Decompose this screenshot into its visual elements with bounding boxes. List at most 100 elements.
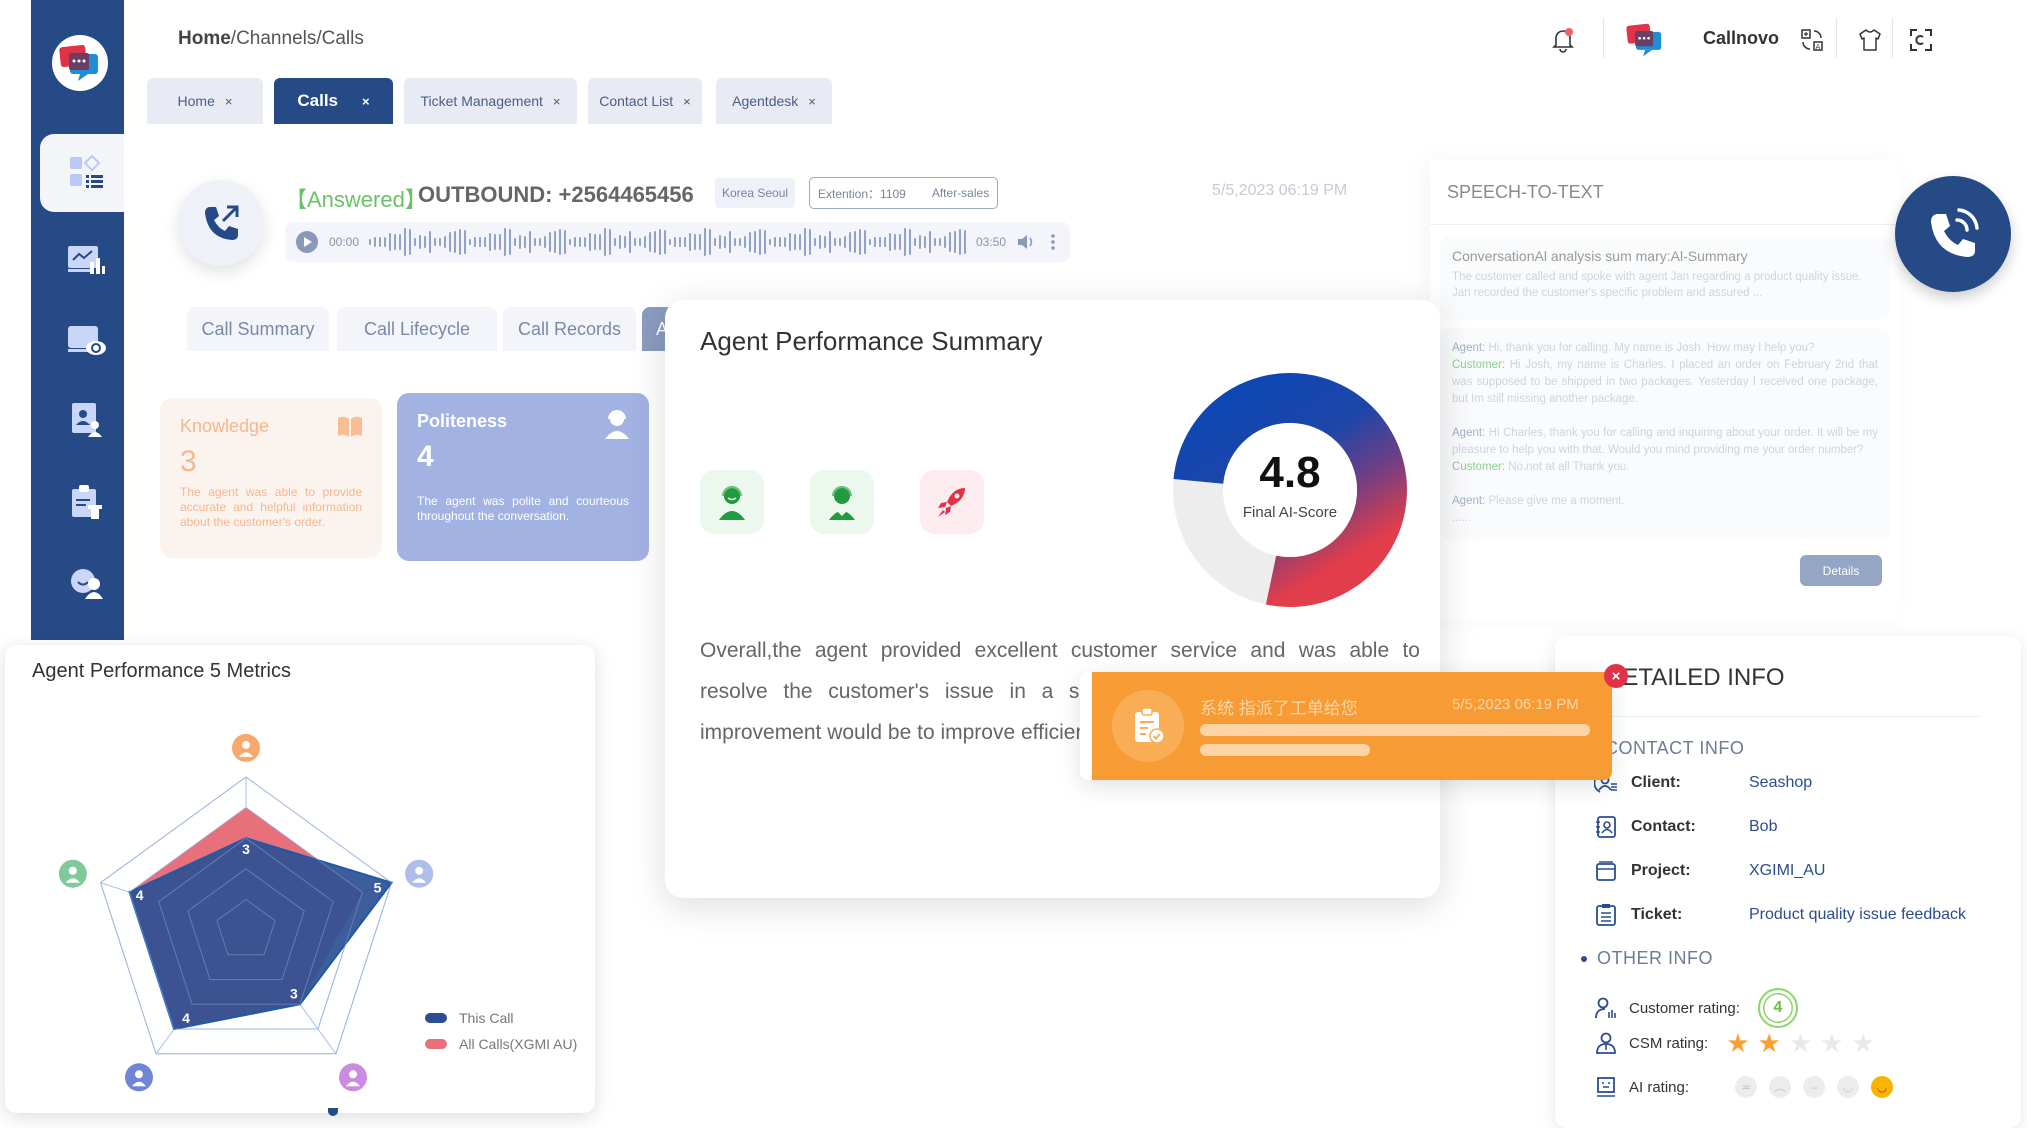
- waveform-bar: [494, 234, 496, 250]
- star-icon[interactable]: ★: [1851, 1028, 1874, 1058]
- legend-item-this-call[interactable]: This Call: [425, 1010, 577, 1026]
- waveform-bar: [689, 233, 691, 251]
- app-logo[interactable]: [52, 35, 108, 91]
- breadcrumb-channels[interactable]: Channels: [236, 28, 316, 49]
- ai-summary-body: The customer called and spoke with agent…: [1452, 271, 1862, 299]
- waveform-bar: [419, 235, 421, 249]
- star-icon[interactable]: ★: [1758, 1028, 1781, 1058]
- radar-data-label: 3: [290, 985, 298, 1001]
- waveform-bar: [534, 238, 536, 246]
- breadcrumb-home[interactable]: Home: [178, 28, 231, 49]
- volume-icon[interactable]: [1016, 233, 1036, 251]
- star-icon[interactable]: ★: [1789, 1028, 1812, 1058]
- waveform-bar: [884, 237, 886, 247]
- toast-close-button[interactable]: ×: [1604, 664, 1628, 688]
- contact-book-icon: [1596, 816, 1616, 838]
- waveform-bar: [779, 237, 781, 247]
- tab-ticket-management[interactable]: Ticket Management ×: [404, 78, 577, 124]
- waveform-bar: [834, 238, 836, 246]
- tab-calls[interactable]: Calls ×: [274, 78, 393, 124]
- sidebar-item-contacts[interactable]: [58, 392, 114, 448]
- waveform-bar: [479, 237, 481, 247]
- waveform-bar: [684, 237, 686, 247]
- tab-call-records[interactable]: Call Records: [503, 307, 636, 351]
- waveform-bar: [609, 229, 611, 255]
- close-icon[interactable]: ×: [362, 94, 370, 109]
- other-info-heading: OTHER INFO: [1597, 948, 1713, 968]
- waveform-bar: [804, 228, 806, 256]
- waveform-bar: [639, 238, 641, 246]
- waveform-bar: [919, 235, 921, 249]
- waveform-bar: [959, 229, 961, 255]
- ticket-value[interactable]: Product quality issue feedback: [1749, 906, 1966, 924]
- more-options-icon[interactable]: [1046, 233, 1060, 251]
- waveform-bar: [694, 234, 696, 250]
- waveform-bar: [829, 231, 831, 253]
- tab-call-lifecycle[interactable]: Call Lifecycle: [337, 307, 497, 351]
- project-value[interactable]: XGIMI_AU: [1749, 862, 1825, 880]
- waveform-bar: [599, 234, 601, 250]
- close-icon[interactable]: ×: [683, 94, 691, 109]
- play-icon[interactable]: [295, 230, 319, 254]
- speech-to-text-panel: SPEECH-TO-TEXT ConversationAl analysis s…: [1430, 160, 1900, 620]
- waveform-bar: [504, 228, 506, 256]
- waveform-bar: [824, 236, 826, 248]
- tab-call-summary[interactable]: Call Summary: [187, 307, 329, 351]
- close-icon[interactable]: ×: [553, 94, 561, 109]
- sidebar-item-analytics[interactable]: [58, 232, 114, 288]
- tab-home[interactable]: Home ×: [147, 78, 263, 124]
- waveform-bar: [569, 239, 571, 245]
- call-status: 【Answered】: [285, 187, 427, 212]
- pagination-dot[interactable]: [328, 1108, 338, 1116]
- tab-agentdesk[interactable]: Agentdesk ×: [716, 78, 832, 124]
- star-icon[interactable]: ★: [1726, 1028, 1749, 1058]
- header-divider: [1603, 18, 1604, 58]
- panel-title: SPEECH-TO-TEXT: [1447, 182, 1604, 202]
- sidebar-item-tickets[interactable]: [58, 474, 114, 530]
- metric-desc: The agent was able to provide accurate a…: [180, 485, 362, 529]
- close-icon[interactable]: ×: [808, 94, 816, 109]
- close-icon[interactable]: ×: [225, 94, 233, 109]
- client-value[interactable]: Seashop: [1749, 774, 1812, 792]
- politeness-card: Politeness 4 The agent was polite and co…: [397, 393, 649, 561]
- waveform-bar: [444, 236, 446, 248]
- contact-value[interactable]: Bob: [1749, 818, 1777, 836]
- sidebar-item-dashboard[interactable]: [58, 145, 114, 201]
- translate-button[interactable]: A: [1798, 26, 1826, 54]
- waveform[interactable]: [369, 228, 966, 256]
- phone-call-button[interactable]: [1895, 176, 2011, 292]
- waveform-bar: [629, 231, 631, 253]
- csm-rating-row: CSM rating: ★ ★ ★ ★ ★: [1593, 1030, 1883, 1056]
- theme-button[interactable]: [1856, 26, 1884, 54]
- screenshot-button[interactable]: [1907, 26, 1935, 54]
- notification-button[interactable]: [1549, 26, 1577, 54]
- waveform-bar: [554, 231, 556, 253]
- waveform-bar: [389, 233, 391, 251]
- agent-smile-badge: [700, 470, 764, 534]
- translate-icon: A: [1801, 29, 1823, 51]
- legend-item-all-calls[interactable]: All Calls(XGMI AU): [425, 1036, 577, 1052]
- waveform-bar: [854, 231, 856, 253]
- waveform-bar: [439, 238, 441, 246]
- transcript-ellipsis: ......: [1452, 512, 1472, 524]
- notification-toast[interactable]: 系统 指派了工单给您 5/5,2023 06:19 PM: [1092, 672, 1612, 780]
- waveform-bar: [559, 229, 561, 255]
- waveform-bar: [644, 236, 646, 248]
- radar-data-label: 3: [242, 841, 250, 857]
- tab-label: Agentdesk: [732, 93, 799, 109]
- brand-logo[interactable]: [1624, 22, 1666, 63]
- csm-star-rating[interactable]: ★ ★ ★ ★ ★: [1726, 1030, 1883, 1056]
- field-label: Client:: [1631, 774, 1681, 791]
- waveform-bar: [574, 237, 576, 247]
- happy-face-icon: ◡: [1871, 1076, 1894, 1099]
- ai-rating-icon: [1597, 1077, 1615, 1097]
- sidebar-item-monitor[interactable]: [58, 312, 114, 368]
- chart-legend: This Call All Calls(XGMI AU): [425, 1010, 577, 1062]
- sidebar-item-agents[interactable]: [58, 555, 114, 611]
- waveform-bar: [759, 229, 761, 255]
- star-icon[interactable]: ★: [1820, 1028, 1843, 1058]
- rocket-badge: [920, 470, 984, 534]
- details-button[interactable]: Details: [1800, 555, 1882, 586]
- waveform-bar: [744, 236, 746, 248]
- tab-contact-list[interactable]: Contact List ×: [588, 78, 702, 124]
